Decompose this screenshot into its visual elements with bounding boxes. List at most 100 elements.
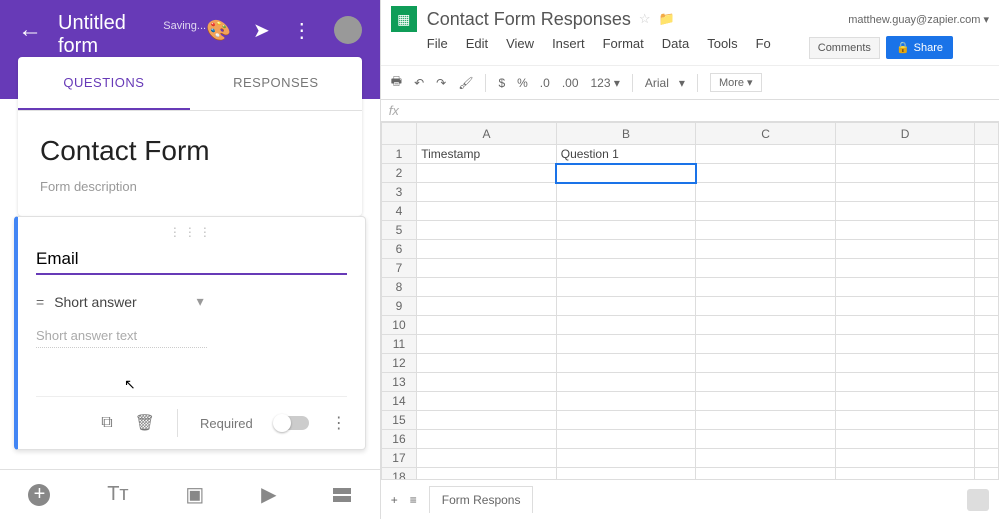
font-select[interactable]: Arial ▾ (645, 76, 685, 90)
drag-handle-icon[interactable]: ⋮⋮⋮ (36, 225, 347, 239)
user-email[interactable]: matthew.guay@zapier.com ▾ (848, 13, 989, 26)
cell[interactable] (696, 259, 836, 278)
currency-button[interactable]: $ (498, 76, 505, 90)
column-header[interactable]: B (556, 123, 696, 145)
cell[interactable] (417, 278, 557, 297)
cell[interactable] (696, 430, 836, 449)
cell[interactable] (835, 202, 975, 221)
cell[interactable] (696, 240, 836, 259)
cell[interactable]: Question 1 (556, 145, 696, 164)
question-title-input[interactable] (36, 245, 347, 275)
folder-icon[interactable]: 📁 (659, 11, 675, 27)
cell[interactable] (417, 430, 557, 449)
cell[interactable] (696, 354, 836, 373)
menu-tools[interactable]: Tools (707, 36, 737, 59)
row-header[interactable]: 10 (381, 316, 416, 335)
menu-form[interactable]: Fo (756, 36, 771, 59)
add-sheet-icon[interactable]: + (391, 493, 398, 507)
cell[interactable] (417, 468, 557, 480)
cell[interactable] (556, 411, 696, 430)
cell[interactable] (556, 164, 696, 183)
palette-icon[interactable]: 🎨 (206, 18, 231, 43)
cell[interactable] (417, 335, 557, 354)
cell[interactable] (417, 411, 557, 430)
cell[interactable] (417, 240, 557, 259)
sheet-tab[interactable]: Form Respons (429, 486, 534, 513)
cell[interactable] (556, 373, 696, 392)
cell[interactable] (556, 354, 696, 373)
cell[interactable] (696, 202, 836, 221)
row-header[interactable]: 12 (381, 354, 416, 373)
sheets-logo-icon[interactable]: ▦ (391, 6, 417, 32)
comments-button[interactable]: Comments (809, 37, 880, 59)
row-header[interactable]: 8 (381, 278, 416, 297)
cell[interactable] (696, 468, 836, 480)
cell[interactable] (835, 221, 975, 240)
cell[interactable] (696, 183, 836, 202)
cell[interactable] (835, 145, 975, 164)
cell[interactable] (417, 316, 557, 335)
cell[interactable] (835, 411, 975, 430)
duplicate-icon[interactable]: ⧉ (101, 414, 112, 432)
cell[interactable] (556, 449, 696, 468)
cell[interactable] (696, 145, 836, 164)
row-header[interactable]: 4 (381, 202, 416, 221)
cell[interactable] (835, 373, 975, 392)
star-icon[interactable]: ☆ (639, 11, 651, 27)
cell[interactable] (417, 164, 557, 183)
cell[interactable] (696, 335, 836, 354)
form-description[interactable]: Form description (40, 179, 340, 194)
cell[interactable] (556, 183, 696, 202)
explore-icon[interactable] (967, 489, 989, 511)
print-icon[interactable]: 🖶 (391, 72, 402, 93)
question-card[interactable]: ⋮⋮⋮ = Short answer ▾ Short answer text ⧉… (14, 216, 366, 450)
row-header[interactable]: 5 (381, 221, 416, 240)
cell[interactable] (696, 164, 836, 183)
cell[interactable] (556, 430, 696, 449)
cell[interactable] (835, 259, 975, 278)
row-header[interactable]: 11 (381, 335, 416, 354)
cell[interactable] (417, 297, 557, 316)
row-header[interactable]: 2 (381, 164, 416, 183)
cell[interactable] (835, 392, 975, 411)
row-header[interactable]: 15 (381, 411, 416, 430)
add-section-icon[interactable] (333, 488, 351, 502)
cell[interactable] (835, 164, 975, 183)
row-header[interactable]: 14 (381, 392, 416, 411)
cell[interactable] (417, 221, 557, 240)
required-toggle[interactable] (275, 416, 309, 430)
spreadsheet-title[interactable]: Contact Form Responses (427, 9, 631, 30)
cell[interactable] (417, 354, 557, 373)
share-button[interactable]: 🔒 Share (886, 36, 953, 59)
tab-responses[interactable]: RESPONSES (190, 57, 362, 110)
percent-button[interactable]: % (517, 76, 528, 90)
cell[interactable] (417, 392, 557, 411)
cell[interactable] (835, 335, 975, 354)
add-question-icon[interactable]: + (28, 484, 50, 506)
cell[interactable] (835, 278, 975, 297)
cell[interactable] (417, 373, 557, 392)
cell[interactable] (556, 202, 696, 221)
dec0-button[interactable]: .0 (540, 76, 550, 90)
row-header[interactable]: 7 (381, 259, 416, 278)
cell[interactable] (696, 221, 836, 240)
dec00-button[interactable]: .00 (562, 76, 579, 90)
send-icon[interactable]: ➤ (253, 18, 270, 43)
cell[interactable] (556, 221, 696, 240)
row-header[interactable]: 18 (381, 468, 416, 480)
all-sheets-icon[interactable]: ≡ (410, 493, 417, 507)
cell[interactable] (556, 335, 696, 354)
question-more-icon[interactable]: ⋮ (331, 413, 347, 433)
cell[interactable]: Timestamp (417, 145, 557, 164)
cell[interactable] (417, 259, 557, 278)
menu-edit[interactable]: Edit (466, 36, 488, 59)
menu-view[interactable]: View (506, 36, 534, 59)
row-header[interactable]: 16 (381, 430, 416, 449)
cell[interactable] (556, 468, 696, 480)
cell[interactable] (835, 468, 975, 480)
add-video-icon[interactable]: ▶ (261, 482, 276, 507)
cell[interactable] (696, 449, 836, 468)
cell[interactable] (835, 449, 975, 468)
paint-icon[interactable]: 🖌 (458, 76, 473, 90)
row-header[interactable]: 1 (381, 145, 416, 164)
